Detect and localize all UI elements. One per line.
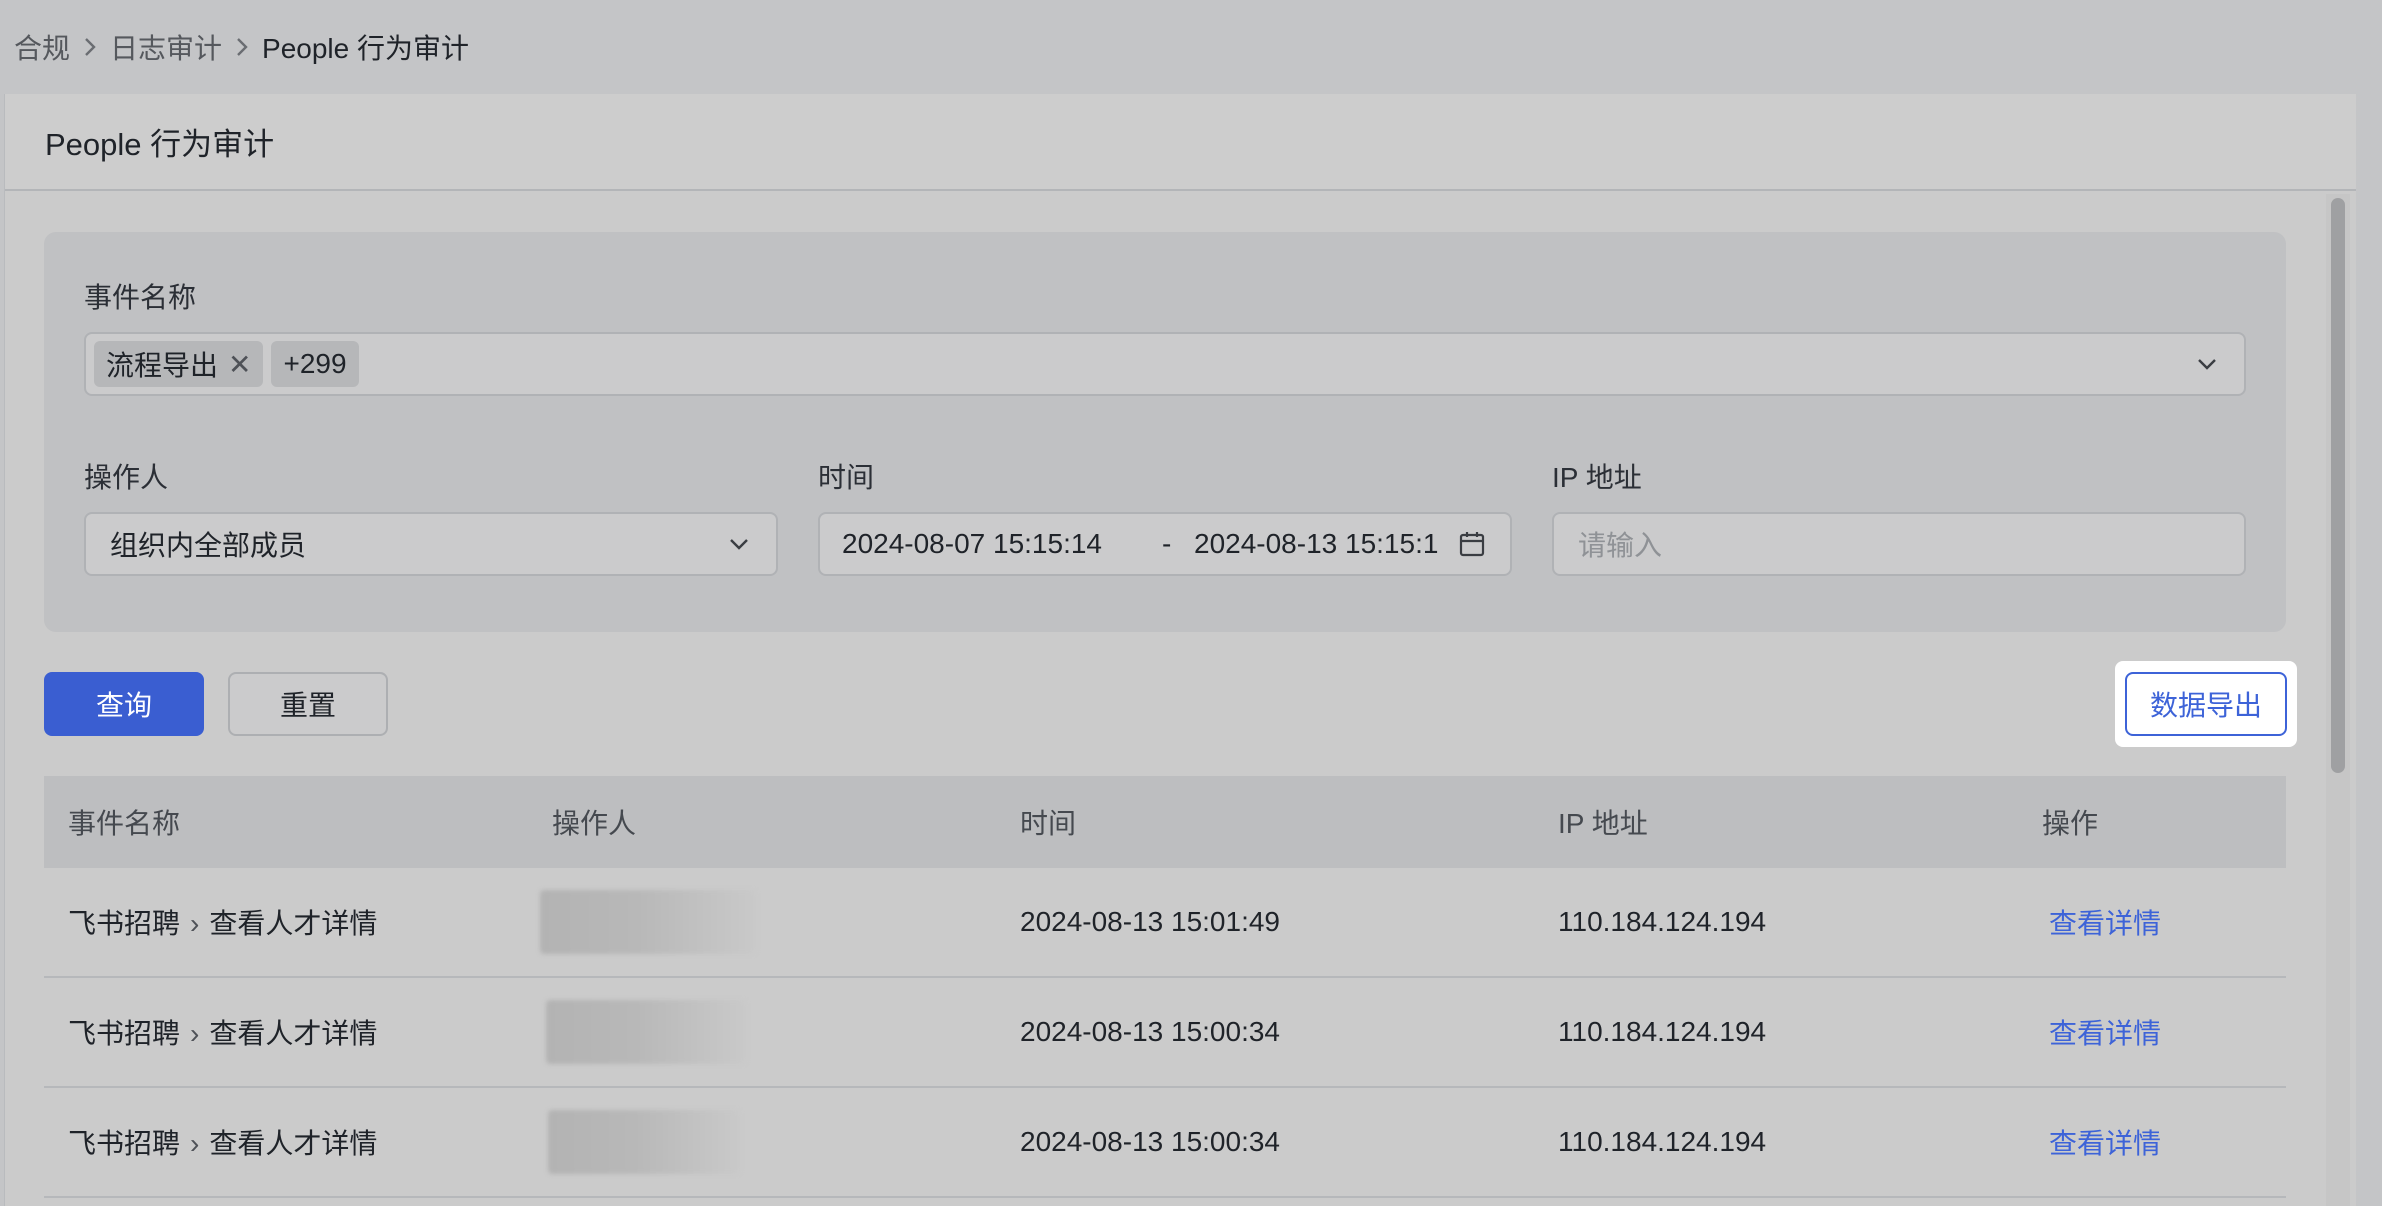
breadcrumb-item-log-audit[interactable]: 日志审计 (110, 27, 222, 67)
time-label: 时间 (818, 462, 875, 493)
close-icon[interactable]: ✕ (228, 348, 251, 381)
time-separator: - (1162, 528, 1172, 559)
header-event-name: 事件名称 (68, 808, 181, 839)
event-tag-label: 流程导出 (106, 350, 219, 381)
event-cell: 飞书招聘 › 查看人才详情 (68, 1012, 377, 1052)
event-name-select[interactable]: 流程导出 ✕ +299 (84, 332, 2246, 396)
ip-cell: 110.184.124.194 (1558, 906, 1767, 937)
operator-value: 组织内全部成员 (110, 530, 307, 561)
ip-placeholder: 请输入 (1578, 530, 1663, 561)
filter-panel: 事件名称 流程导出 ✕ +299 操作人 组织内全部成员 时间 2024-08-… (44, 232, 2286, 632)
export-button[interactable]: 数据导出 (2125, 672, 2287, 736)
view-details-link[interactable]: 查看详情 (2049, 902, 2161, 942)
view-details-link[interactable]: 查看详情 (2049, 1012, 2161, 1052)
view-details-link[interactable]: 查看详情 (2049, 1122, 2161, 1162)
time-cell: 2024-08-13 15:01:49 (1020, 906, 1280, 937)
table-row: 飞书招聘 › 查看人才详情 2024-08-13 15:00:34 110.184.… (44, 1088, 2286, 1198)
chevron-right-icon (70, 36, 110, 58)
chevron-down-icon (2194, 351, 2220, 377)
ip-cell: 110.184.124.194 (1558, 1016, 1767, 1047)
more-tags-badge[interactable]: +299 (271, 341, 359, 387)
event-name-label: 事件名称 (84, 282, 197, 313)
ip-input[interactable]: 请输入 (1552, 512, 2246, 576)
time-range-picker[interactable]: 2024-08-07 15:15:14 - 2024-08-13 15:15:1 (818, 512, 1512, 576)
time-end[interactable]: 2024-08-13 15:15:1 (1194, 528, 1446, 560)
event-app: 飞书招聘 (68, 908, 181, 939)
header-operator: 操作人 (552, 808, 637, 839)
chevron-down-icon (726, 531, 752, 557)
page-title: People 行为审计 (5, 94, 2356, 191)
time-cell: 2024-08-13 15:00:34 (1020, 1126, 1280, 1157)
event-app: 飞书招聘 (68, 1128, 181, 1159)
table-row: 飞书招聘 › 查看人才详情 2024-08-13 15:01:49 110.184.… (44, 868, 2286, 978)
operator-label: 操作人 (84, 462, 169, 493)
time-start[interactable]: 2024-08-07 15:15:14 (842, 528, 1102, 560)
vertical-scrollbar[interactable] (2326, 194, 2350, 1206)
chevron-right-icon: › (190, 1018, 200, 1049)
header-ip: IP 地址 (1558, 808, 1648, 839)
calendar-icon (1458, 530, 1486, 563)
table-header: 事件名称 操作人 时间 IP 地址 操作 (44, 776, 2286, 868)
breadcrumb-item-people-audit: People 行为审计 (262, 33, 469, 64)
event-action: 查看人才详情 (209, 1128, 378, 1159)
table-row: 飞书招聘 › 查看人才详情 2024-08-13 15:00:34 110.184.… (44, 978, 2286, 1088)
query-button[interactable]: 查询 (44, 672, 204, 736)
scrollbar-thumb[interactable] (2331, 198, 2345, 773)
header-action: 操作 (2042, 808, 2099, 839)
ip-cell: 110.184.124.194 (1558, 1126, 1767, 1157)
event-cell: 飞书招聘 › 查看人才详情 (68, 902, 377, 942)
chevron-right-icon: › (190, 908, 200, 939)
redacted-avatar (540, 890, 756, 954)
event-action: 查看人才详情 (209, 1018, 378, 1049)
operator-select[interactable]: 组织内全部成员 (84, 512, 778, 576)
ip-label: IP 地址 (1552, 462, 1642, 493)
redacted-avatar (546, 1000, 746, 1064)
event-app: 飞书招聘 (68, 1018, 181, 1049)
reset-button[interactable]: 重置 (228, 672, 388, 736)
redacted-avatar (548, 1110, 740, 1174)
chevron-right-icon (222, 36, 262, 58)
breadcrumb: 合规 日志审计 People 行为审计 (0, 0, 2382, 94)
breadcrumb-item-compliance[interactable]: 合规 (14, 27, 70, 67)
event-cell: 飞书招聘 › 查看人才详情 (68, 1122, 377, 1162)
header-time: 时间 (1020, 808, 1077, 839)
event-action: 查看人才详情 (209, 908, 378, 939)
time-cell: 2024-08-13 15:00:34 (1020, 1016, 1280, 1047)
event-tag: 流程导出 ✕ (94, 341, 264, 387)
chevron-right-icon: › (190, 1128, 200, 1159)
audit-table: 事件名称 操作人 时间 IP 地址 操作 飞书招聘 › 查看人才详情 2024-08… (44, 776, 2286, 1198)
